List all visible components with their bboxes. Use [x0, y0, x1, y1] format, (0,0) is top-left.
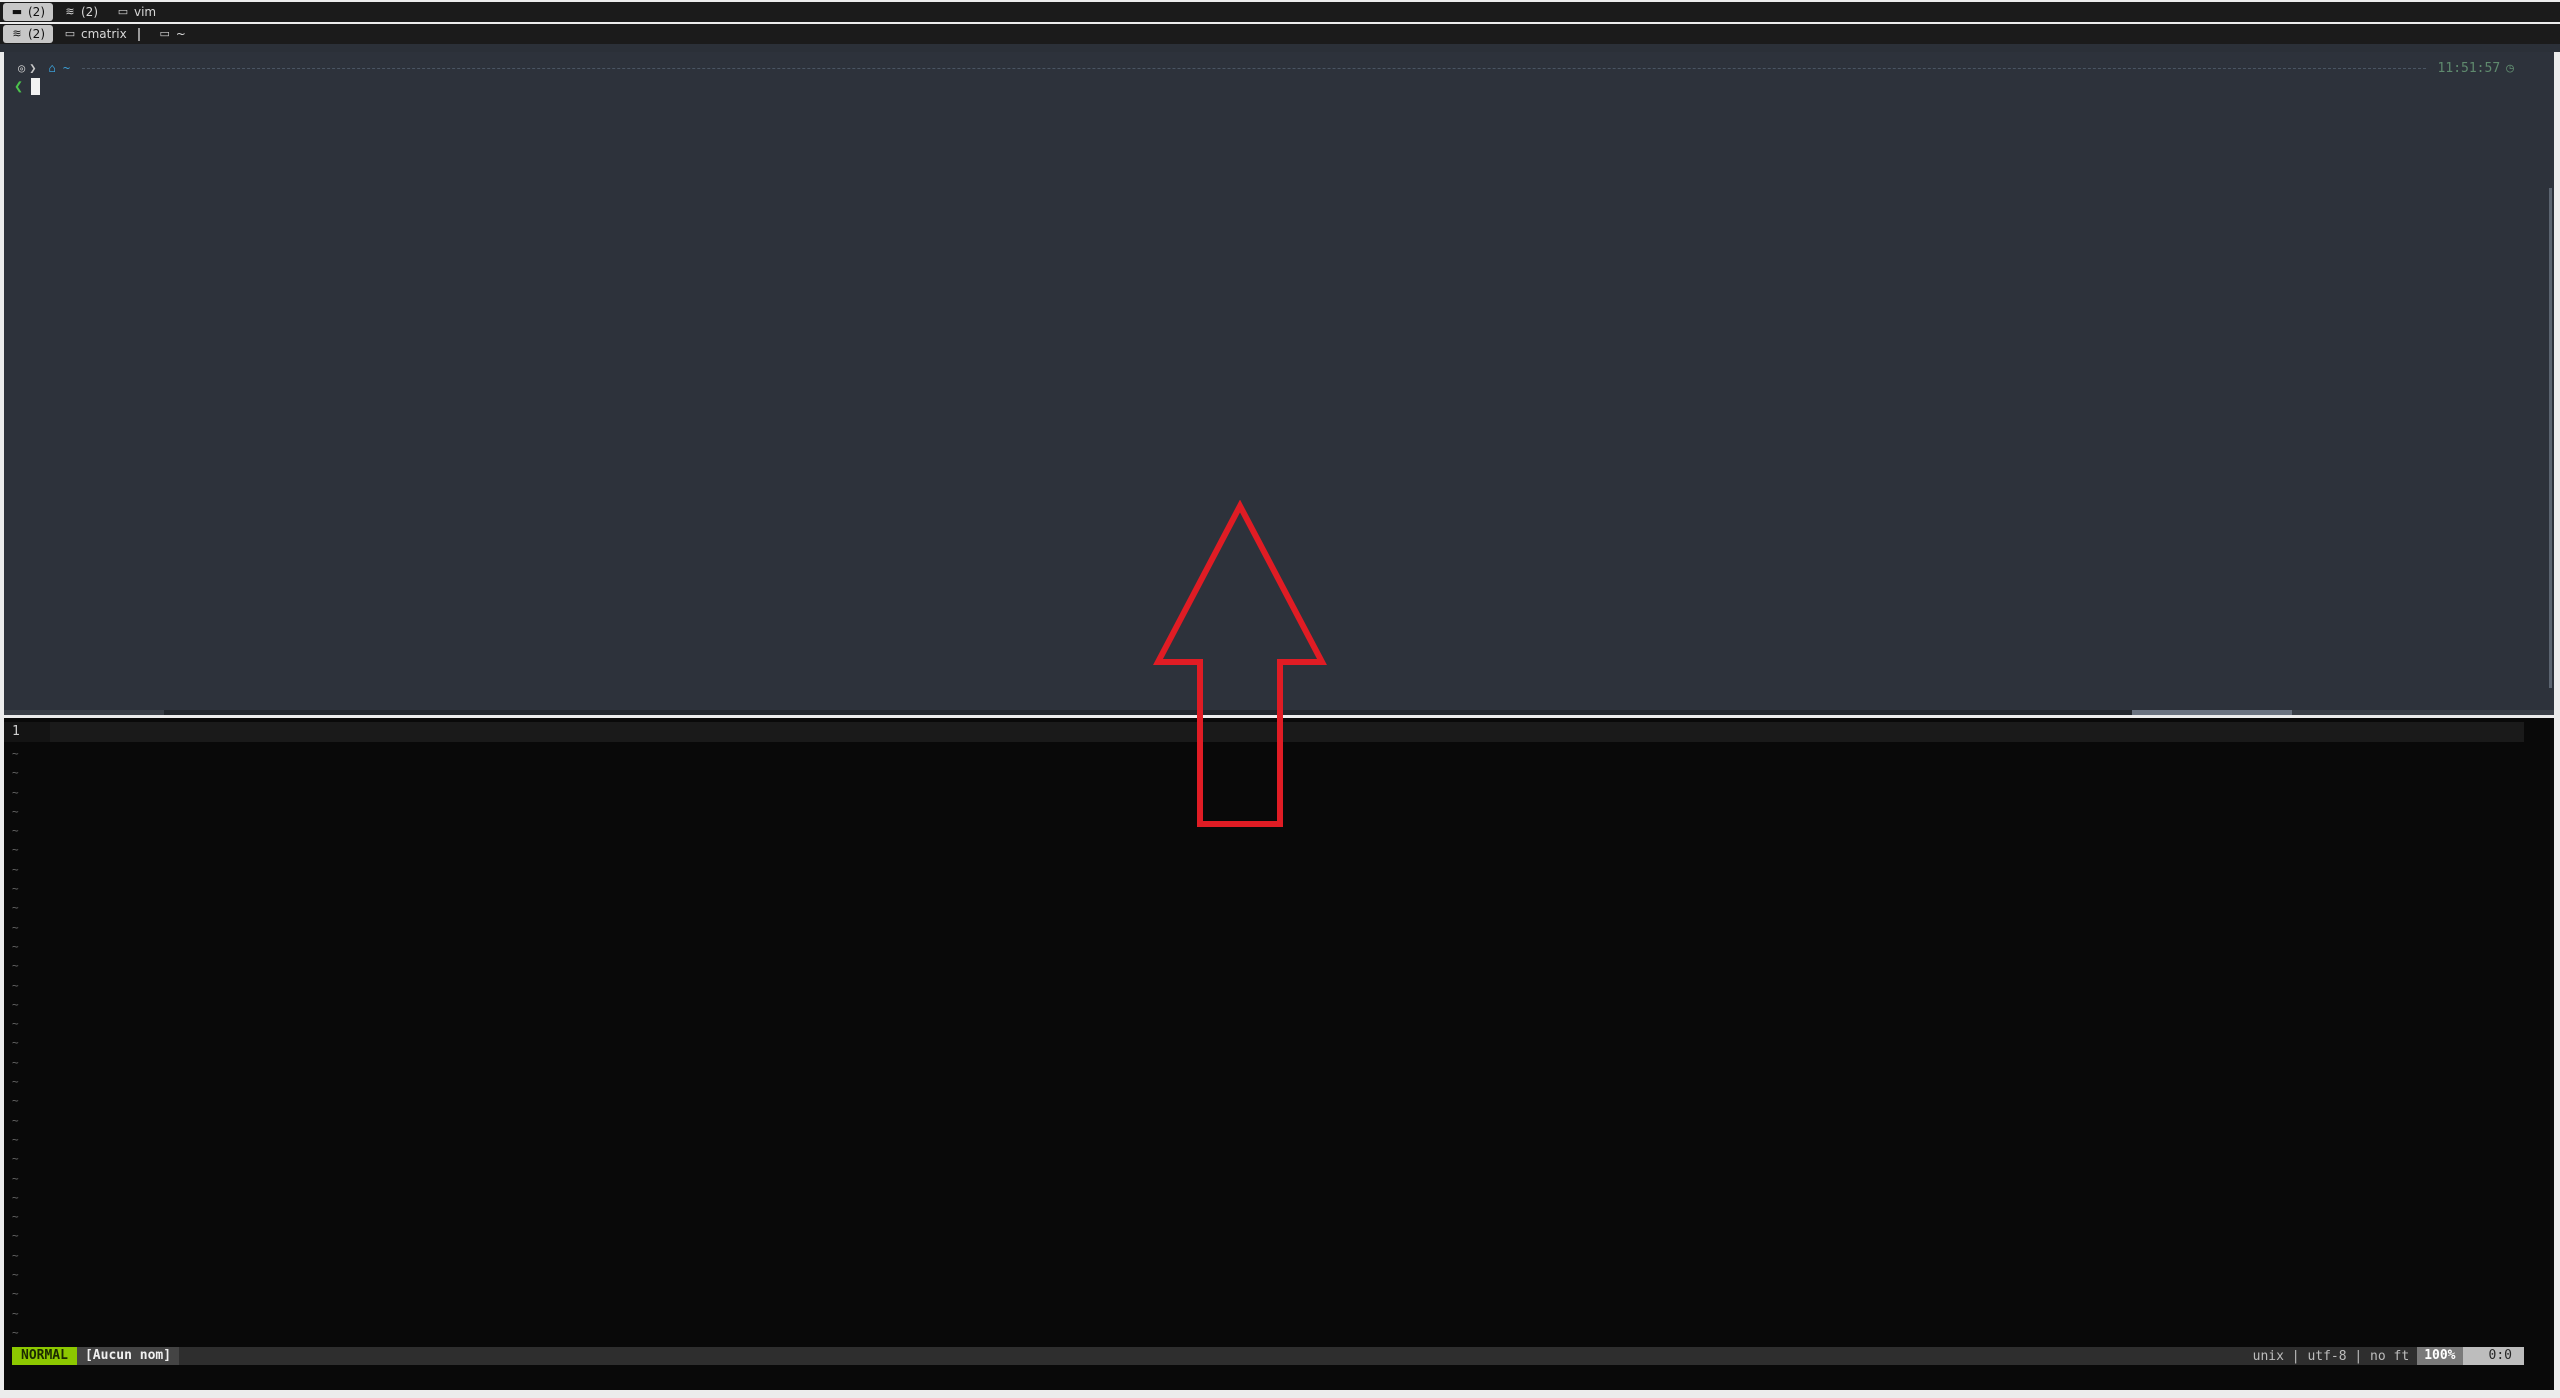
tilde-marker: ~ [12, 785, 19, 799]
tilde-marker: ~ [12, 901, 19, 915]
prompt-char: ❮ [14, 77, 24, 95]
tab-label: cmatrix [81, 27, 127, 41]
tab-vim[interactable]: ▭ vim [109, 3, 164, 21]
tilde-marker: ~ [12, 1325, 19, 1339]
tilde-marker: ~ [12, 1152, 19, 1166]
tab-label: vim [134, 5, 157, 19]
terminal-scrollbar[interactable] [2549, 188, 2552, 688]
layers-icon: ≋ [12, 27, 22, 40]
os-icon: ◎ [18, 61, 26, 75]
command-input-line[interactable]: ❮ [14, 76, 41, 96]
layers-icon: ≋ [65, 5, 75, 18]
tilde-marker: ~ [12, 939, 19, 953]
buffer-name: [Aucun nom] [76, 1347, 180, 1365]
tilde-marker: ~ [12, 1248, 19, 1262]
prompt-separator-icon: ❯ [29, 61, 37, 75]
tilde-marker: ~ [12, 747, 19, 760]
terminal-icon: ▭ [159, 27, 170, 40]
tilde-marker: ~ [12, 1306, 19, 1320]
tilde-marker: ~ [12, 920, 19, 934]
tilde-marker: ~ [12, 1036, 19, 1050]
tilde-marker: ~ [12, 959, 19, 973]
tilde-marker: ~ [12, 882, 19, 896]
cursor-position: 0:0 [2462, 1347, 2524, 1365]
tilde-marker: ~ [12, 1210, 19, 1224]
tilde-marker: ~ [12, 1287, 19, 1301]
terminal-icon: ▭ [64, 27, 76, 40]
tilde-marker: ~ [12, 804, 19, 818]
tilde-marker: ~ [12, 1268, 19, 1282]
tilde-marker: ~ [12, 1132, 19, 1146]
tab-label: (2) [28, 5, 45, 19]
terminal-icon: ▭ [117, 5, 129, 18]
home-icon: ⌂ [48, 61, 63, 75]
tilde-marker: ~ [12, 1055, 19, 1069]
tab-windows[interactable]: ▬ (2) [3, 3, 53, 21]
tilde-marker: ~ [12, 843, 19, 857]
tilde-marker: ~ [12, 978, 19, 992]
tilde-marker: ~ [12, 1229, 19, 1243]
line-number: 1 [12, 724, 20, 739]
screen: ▬ (2) ≋ (2) ▭ vim ≋ (2) ▭ cmatrix ▭ ~ ◎ … [0, 0, 2560, 1398]
file-info: unix | utf-8 | no ft [2252, 1348, 2410, 1364]
prompt-dir-text: ~ [62, 61, 71, 75]
pane-header-strip [0, 44, 2560, 52]
empty-line-markers: ~ ~ ~ ~ ~ ~ ~ ~ ~ ~ ~ ~ ~ ~ ~ ~ ~ ~ ~ ~ ~ ~ ~ ~ ~ ~ ~ ~ ~ ~ ~ [12, 744, 26, 1342]
prompt-filler [82, 67, 2426, 69]
prompt-directory: ⌂ ~ [48, 61, 70, 75]
terminal-cursor [31, 77, 41, 95]
tilde-marker: ~ [12, 1017, 19, 1031]
prompt-os-segment: ◎ ❯ [18, 61, 36, 75]
tab-layers[interactable]: ≋ (2) [56, 3, 106, 21]
arrow-shape [1153, 500, 1327, 827]
tilde-marker: ~ [12, 1075, 19, 1089]
tab-separator [137, 27, 140, 41]
tab-label: (2) [28, 27, 45, 41]
scroll-percent: 100% [2417, 1347, 2463, 1365]
tab-cmatrix[interactable]: ▭ cmatrix [56, 25, 148, 43]
scrollbar-thumb[interactable] [2132, 710, 2292, 715]
tilde-marker: ~ [12, 997, 19, 1011]
clock-icon: ◷ [2506, 60, 2514, 76]
tab-home[interactable]: ▭ ~ [151, 25, 194, 43]
up-arrow-annotation [1153, 500, 1327, 827]
tab-label: ~ [175, 27, 186, 41]
tilde-marker: ~ [12, 862, 19, 876]
vim-statusline: NORMAL [Aucun nom] unix | utf-8 | no ft … [12, 1347, 2524, 1365]
tilde-marker: ~ [12, 1171, 19, 1185]
tilde-marker: ~ [12, 1113, 19, 1127]
tilde-marker: ~ [12, 1094, 19, 1108]
prompt-clock: 11:51:57 ◷ [2438, 61, 2514, 76]
tilde-marker: ~ [12, 824, 19, 838]
tilde-marker: ~ [12, 766, 19, 780]
mode-indicator: NORMAL [12, 1347, 77, 1365]
tab-layers-2[interactable]: ≋ (2) [3, 25, 53, 43]
top-tab-bar: ▬ (2) ≋ (2) ▭ vim [0, 2, 2560, 22]
pane-tab-bar: ≋ (2) ▭ cmatrix ▭ ~ [0, 24, 2560, 44]
prompt-line: ◎ ❯ ⌂ ~ 11:51:57 ◷ [18, 59, 2514, 77]
clock-time: 11:51:57 [2437, 60, 2501, 76]
tab-label: (2) [81, 5, 98, 19]
tilde-marker: ~ [12, 1190, 19, 1204]
window-icon: ▬ [11, 5, 23, 18]
